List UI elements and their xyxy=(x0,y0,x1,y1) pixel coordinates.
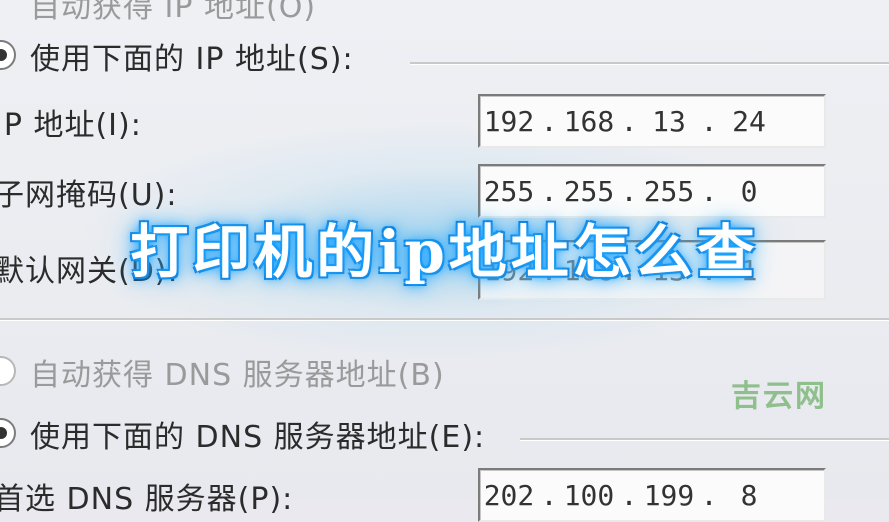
ip-address-field[interactable]: 192 . 168 . 13 . 24 xyxy=(478,94,826,148)
subnet-dot: . xyxy=(620,174,638,208)
site-watermark: 吉云网 xyxy=(731,379,827,414)
dns-octet-4[interactable]: 8 xyxy=(720,479,778,512)
ip-octet-4[interactable]: 24 xyxy=(720,105,778,138)
overlay-title: 打印机的ip地址怎么查 xyxy=(130,218,759,286)
subnet-octet-2[interactable]: 255 xyxy=(560,175,618,208)
subnet-dot: . xyxy=(540,174,558,208)
ip-octet-1[interactable]: 192 xyxy=(480,105,538,138)
subnet-octet-4[interactable]: 0 xyxy=(720,175,778,208)
ip-dot: . xyxy=(700,104,718,138)
dns-octet-3[interactable]: 199 xyxy=(640,479,698,512)
ip-dot: . xyxy=(540,104,558,138)
ip-octet-2[interactable]: 168 xyxy=(560,105,618,138)
dns-dot: . xyxy=(620,478,638,512)
dns-group-divider xyxy=(520,438,889,441)
subnet-dot: . xyxy=(700,174,718,208)
ip-octet-3[interactable]: 13 xyxy=(640,105,698,138)
preferred-dns-field[interactable]: 202 . 100 . 199 . 8 xyxy=(478,468,826,522)
manual-ip-label: 使用下面的 IP 地址(S): xyxy=(30,42,354,77)
dns-dot: . xyxy=(540,478,558,512)
subnet-octet-3[interactable]: 255 xyxy=(640,175,698,208)
dns-dot: . xyxy=(700,478,718,512)
ip-address-label: IP 地址(I): xyxy=(0,108,142,143)
subnet-octet-1[interactable]: 255 xyxy=(480,175,538,208)
preferred-dns-label: 首选 DNS 服务器(P): xyxy=(0,482,294,517)
group-divider xyxy=(410,62,889,65)
ip-dot: . xyxy=(620,104,638,138)
section-divider xyxy=(0,318,889,321)
manual-dns-label: 使用下面的 DNS 服务器地址(E): xyxy=(30,420,486,455)
dns-octet-2[interactable]: 100 xyxy=(560,479,618,512)
dns-octet-1[interactable]: 202 xyxy=(480,479,538,512)
auto-dns-label: 自动获得 DNS 服务器地址(B) xyxy=(30,358,445,393)
auto-ip-label: 自动获得 IP 地址(O) xyxy=(30,0,317,25)
